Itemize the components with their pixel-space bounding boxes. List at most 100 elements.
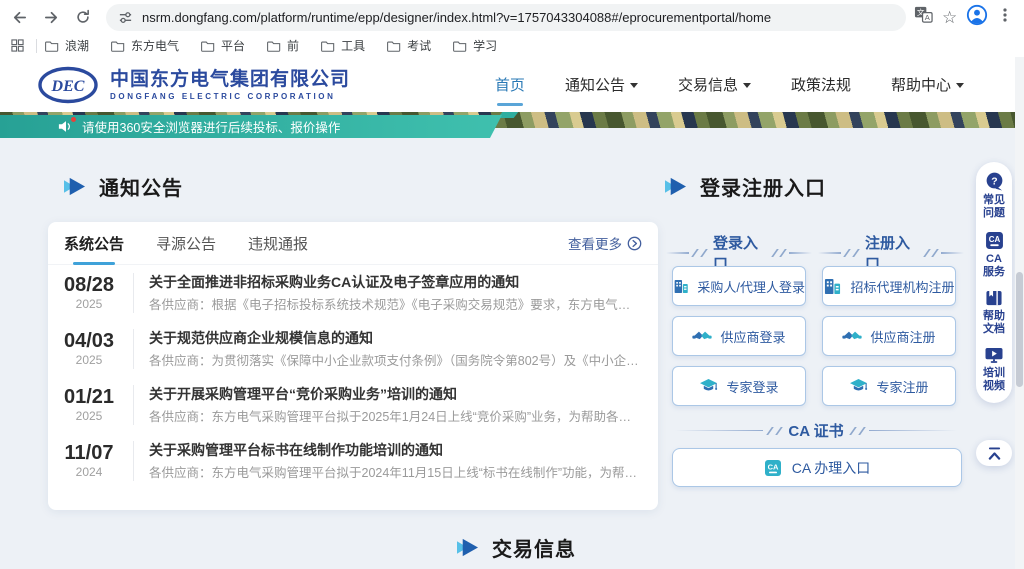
site-settings-icon xyxy=(118,10,133,25)
scrollbar-thumb[interactable] xyxy=(1016,272,1023,387)
notice-title[interactable]: 关于采购管理平台标书在线制作功能培训的通知 xyxy=(149,441,637,460)
sidebar-item-faq[interactable]: ? 常见问题 xyxy=(981,172,1007,220)
chevron-down-icon xyxy=(630,83,638,88)
purchaser-login-button[interactable]: 采购人/代理人登录 xyxy=(672,266,806,306)
tab-violation-reports[interactable]: 违规通报 xyxy=(248,222,308,265)
bookmark-folder[interactable]: 浪潮 xyxy=(45,37,89,54)
folder-icon xyxy=(45,40,59,52)
sidebar-item-help-docs[interactable]: 帮助文档 xyxy=(981,290,1007,336)
nav-home[interactable]: 首页 xyxy=(495,57,525,112)
notice-title[interactable]: 关于开展采购管理平台“竞价采购业务”培训的通知 xyxy=(149,385,642,404)
bookmark-folder[interactable]: 前 xyxy=(267,37,299,54)
ca-apply-button[interactable]: CA CA 办理入口 xyxy=(672,448,962,487)
svg-text:DEC: DEC xyxy=(51,78,85,95)
notice-list-item[interactable]: 11/07 2024 关于采购管理平台标书在线制作功能培训的通知 各供应商：东方… xyxy=(48,433,658,489)
apps-grid-icon[interactable] xyxy=(4,33,30,59)
page-body: 通知公告 系统公告 寻源公告 违规通报 查看更多 08/28 2025 关于全面… xyxy=(0,128,1024,569)
notice-date: 01/21 2025 xyxy=(60,386,118,424)
browser-toolbar: nsrm.dongfang.com/platform/runtime/epp/d… xyxy=(0,0,1024,34)
notice-excerpt: 各供应商：东方电气采购管理平台拟于2024年11月15日上线“标书在线制作”功能… xyxy=(149,464,637,482)
section-arrow-icon xyxy=(455,537,480,558)
folder-icon xyxy=(201,40,215,52)
notices-section-header: 通知公告 xyxy=(62,172,183,201)
translate-icon[interactable]: 文A xyxy=(914,5,933,29)
section-arrow-icon xyxy=(663,176,688,197)
notice-date: 11/07 2024 xyxy=(60,442,118,480)
graduation-cap-icon xyxy=(699,378,718,394)
folder-icon xyxy=(387,40,401,52)
notice-date: 08/28 2025 xyxy=(60,274,118,312)
handshake-icon xyxy=(692,329,712,343)
browser-menu-icon[interactable] xyxy=(997,6,1013,29)
notice-excerpt: 各供应商：根据《电子招标投标系统技术规范》《电子采购交易规范》要求，东方电气采购… xyxy=(149,296,642,314)
forward-arrow-icon xyxy=(43,9,60,26)
bookmark-folder[interactable]: 平台 xyxy=(201,37,245,54)
notice-excerpt: 各供应商：东方电气采购管理平台拟于2025年1月24日上线“竞价采购”业务，为帮… xyxy=(149,408,642,426)
company-logo[interactable]: DEC 中国东方电气集团有限公司 DONGFANG ELECTRIC CORPO… xyxy=(36,65,350,105)
notice-date: 04/03 2025 xyxy=(60,330,118,368)
divider xyxy=(133,385,134,425)
question-bubble-icon: ? xyxy=(984,172,1005,191)
supplier-register-button[interactable]: 供应商注册 xyxy=(822,316,956,356)
chevron-down-icon xyxy=(956,83,964,88)
folder-icon xyxy=(267,40,281,52)
divider xyxy=(133,329,134,369)
notice-excerpt: 各供应商：为贯彻落实《保障中小企业款项支付条例》（国务院令第802号）及《中小企… xyxy=(149,352,642,370)
svg-text:?: ? xyxy=(991,176,997,187)
expert-register-button[interactable]: 专家注册 xyxy=(822,366,956,406)
chevron-down-icon xyxy=(743,83,751,88)
building-icon xyxy=(673,278,689,295)
browser-back-button[interactable] xyxy=(6,4,32,30)
building-icon xyxy=(823,278,842,295)
section-arrow-icon xyxy=(62,176,87,197)
bookmark-folder[interactable]: 学习 xyxy=(453,37,497,54)
nav-help-center[interactable]: 帮助中心 xyxy=(891,57,964,112)
graduation-cap-icon xyxy=(849,378,868,394)
back-arrow-icon xyxy=(11,9,28,26)
back-to-top-icon xyxy=(987,447,1002,460)
bookmark-star-icon[interactable]: ☆ xyxy=(942,9,957,26)
scrollbar-track xyxy=(1015,57,1024,569)
svg-text:CA: CA xyxy=(988,235,1000,244)
notice-list-item[interactable]: 08/28 2025 关于全面推进非招标采购业务CA认证及电子签章应用的通知 各… xyxy=(48,265,658,321)
browser-reload-button[interactable] xyxy=(70,4,96,30)
notice-title[interactable]: 关于规范供应商企业规模信息的通知 xyxy=(149,329,642,348)
folder-icon xyxy=(453,40,467,52)
url-bar[interactable]: nsrm.dongfang.com/platform/runtime/epp/d… xyxy=(106,4,906,31)
nav-trade-info[interactable]: 交易信息 xyxy=(678,57,751,112)
url-text: nsrm.dongfang.com/platform/runtime/epp/d… xyxy=(142,10,771,25)
notice-title[interactable]: 关于全面推进非招标采购业务CA认证及电子签章应用的通知 xyxy=(149,273,642,292)
browser-forward-button[interactable] xyxy=(38,4,64,30)
view-more-link[interactable]: 查看更多 xyxy=(568,233,642,253)
profile-avatar[interactable] xyxy=(966,4,988,31)
nav-policies[interactable]: 政策法规 xyxy=(791,57,851,112)
login-section-header: 登录注册入口 xyxy=(663,172,826,201)
agency-register-button[interactable]: 招标代理机构注册 xyxy=(822,266,956,306)
floating-sidebar: ? 常见问题 CA CA服务 帮助文档 培训视频 xyxy=(976,162,1012,403)
notice-tabs: 系统公告 寻源公告 违规通报 查看更多 xyxy=(48,222,658,265)
folder-icon xyxy=(111,40,125,52)
divider xyxy=(133,441,134,481)
sidebar-item-ca-service[interactable]: CA CA服务 xyxy=(981,231,1007,279)
company-name-en: DONGFANG ELECTRIC CORPORATION xyxy=(110,91,350,102)
browser-chrome: nsrm.dongfang.com/platform/runtime/epp/d… xyxy=(0,0,1024,57)
video-player-icon xyxy=(984,347,1004,364)
back-to-top-button[interactable] xyxy=(976,440,1012,466)
supplier-login-button[interactable]: 供应商登录 xyxy=(672,316,806,356)
bookmarks-bar: 浪潮 东方电气 平台 前 工具 考试 学习 xyxy=(0,34,1024,57)
ca-cert-header: CA 证书 xyxy=(666,420,966,441)
bookmark-folder[interactable]: 东方电气 xyxy=(111,37,179,54)
notice-list-item[interactable]: 04/03 2025 关于规范供应商企业规模信息的通知 各供应商：为贯彻落实《保… xyxy=(48,321,658,377)
bookmark-folder[interactable]: 工具 xyxy=(321,37,365,54)
bookmark-folder[interactable]: 考试 xyxy=(387,37,431,54)
ca-badge-icon: CA xyxy=(764,459,782,477)
sidebar-item-training-videos[interactable]: 培训视频 xyxy=(981,347,1007,393)
tab-sourcing-notices[interactable]: 寻源公告 xyxy=(156,222,216,265)
divider xyxy=(133,273,134,313)
tab-system-notices[interactable]: 系统公告 xyxy=(64,222,124,265)
nav-notices[interactable]: 通知公告 xyxy=(565,57,638,112)
book-icon xyxy=(984,290,1004,307)
expert-login-button[interactable]: 专家登录 xyxy=(672,366,806,406)
section-title: 通知公告 xyxy=(99,172,183,201)
notice-list-item[interactable]: 01/21 2025 关于开展采购管理平台“竞价采购业务”培训的通知 各供应商：… xyxy=(48,377,658,433)
